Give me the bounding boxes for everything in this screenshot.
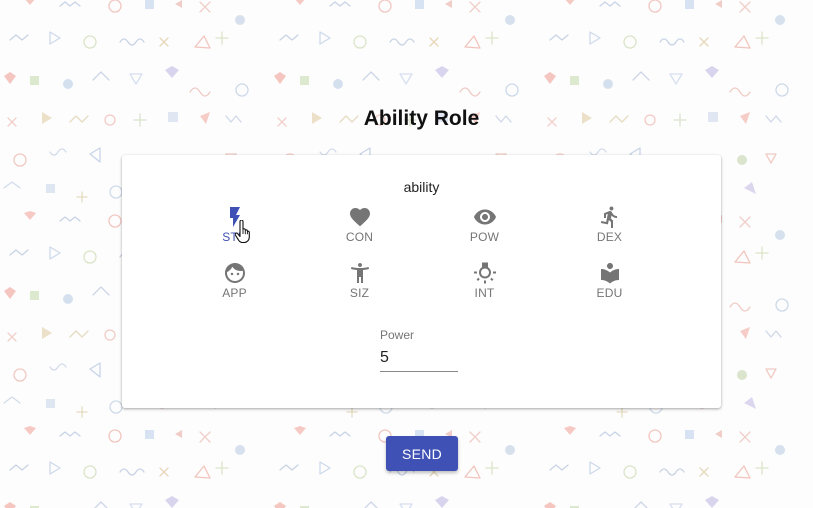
- ability-option-pow[interactable]: POW: [422, 205, 547, 261]
- ability-option-label: POW: [469, 230, 500, 244]
- power-field: Power: [380, 328, 458, 372]
- ability-option-label: SIZ: [349, 286, 370, 300]
- running-person-icon: [600, 206, 617, 228]
- book-icon: [600, 263, 619, 284]
- hand-pointer-cursor-icon: [235, 220, 250, 244]
- ability-option-con[interactable]: CON: [297, 205, 422, 261]
- ability-option-label: DEX: [596, 230, 623, 244]
- ability-option-label: EDU: [596, 286, 623, 300]
- ability-option-int[interactable]: INT: [422, 261, 547, 317]
- person-standing-icon: [350, 263, 369, 283]
- ability-option-siz[interactable]: SIZ: [297, 261, 422, 317]
- power-input[interactable]: [380, 349, 458, 372]
- ability-option-label: CON: [345, 230, 374, 244]
- page-title: Ability Role: [363, 107, 480, 130]
- face-icon: [224, 263, 245, 283]
- heart-icon: [349, 208, 370, 227]
- ability-option-label: INT: [474, 286, 495, 300]
- ability-group-label: ability: [403, 179, 440, 195]
- ability-option-label: APP: [222, 286, 247, 300]
- send-button[interactable]: SEND: [386, 436, 458, 471]
- ability-option-app[interactable]: APP: [172, 261, 297, 317]
- eye-icon: [473, 209, 496, 225]
- ability-option-dex[interactable]: DEX: [547, 205, 672, 261]
- power-label: Power: [380, 328, 415, 342]
- lightbulb-icon: [473, 262, 496, 284]
- ability-card: ability STR CON POW DEX APP SIZ INT EDU …: [122, 155, 721, 408]
- ability-option-edu[interactable]: EDU: [547, 261, 672, 317]
